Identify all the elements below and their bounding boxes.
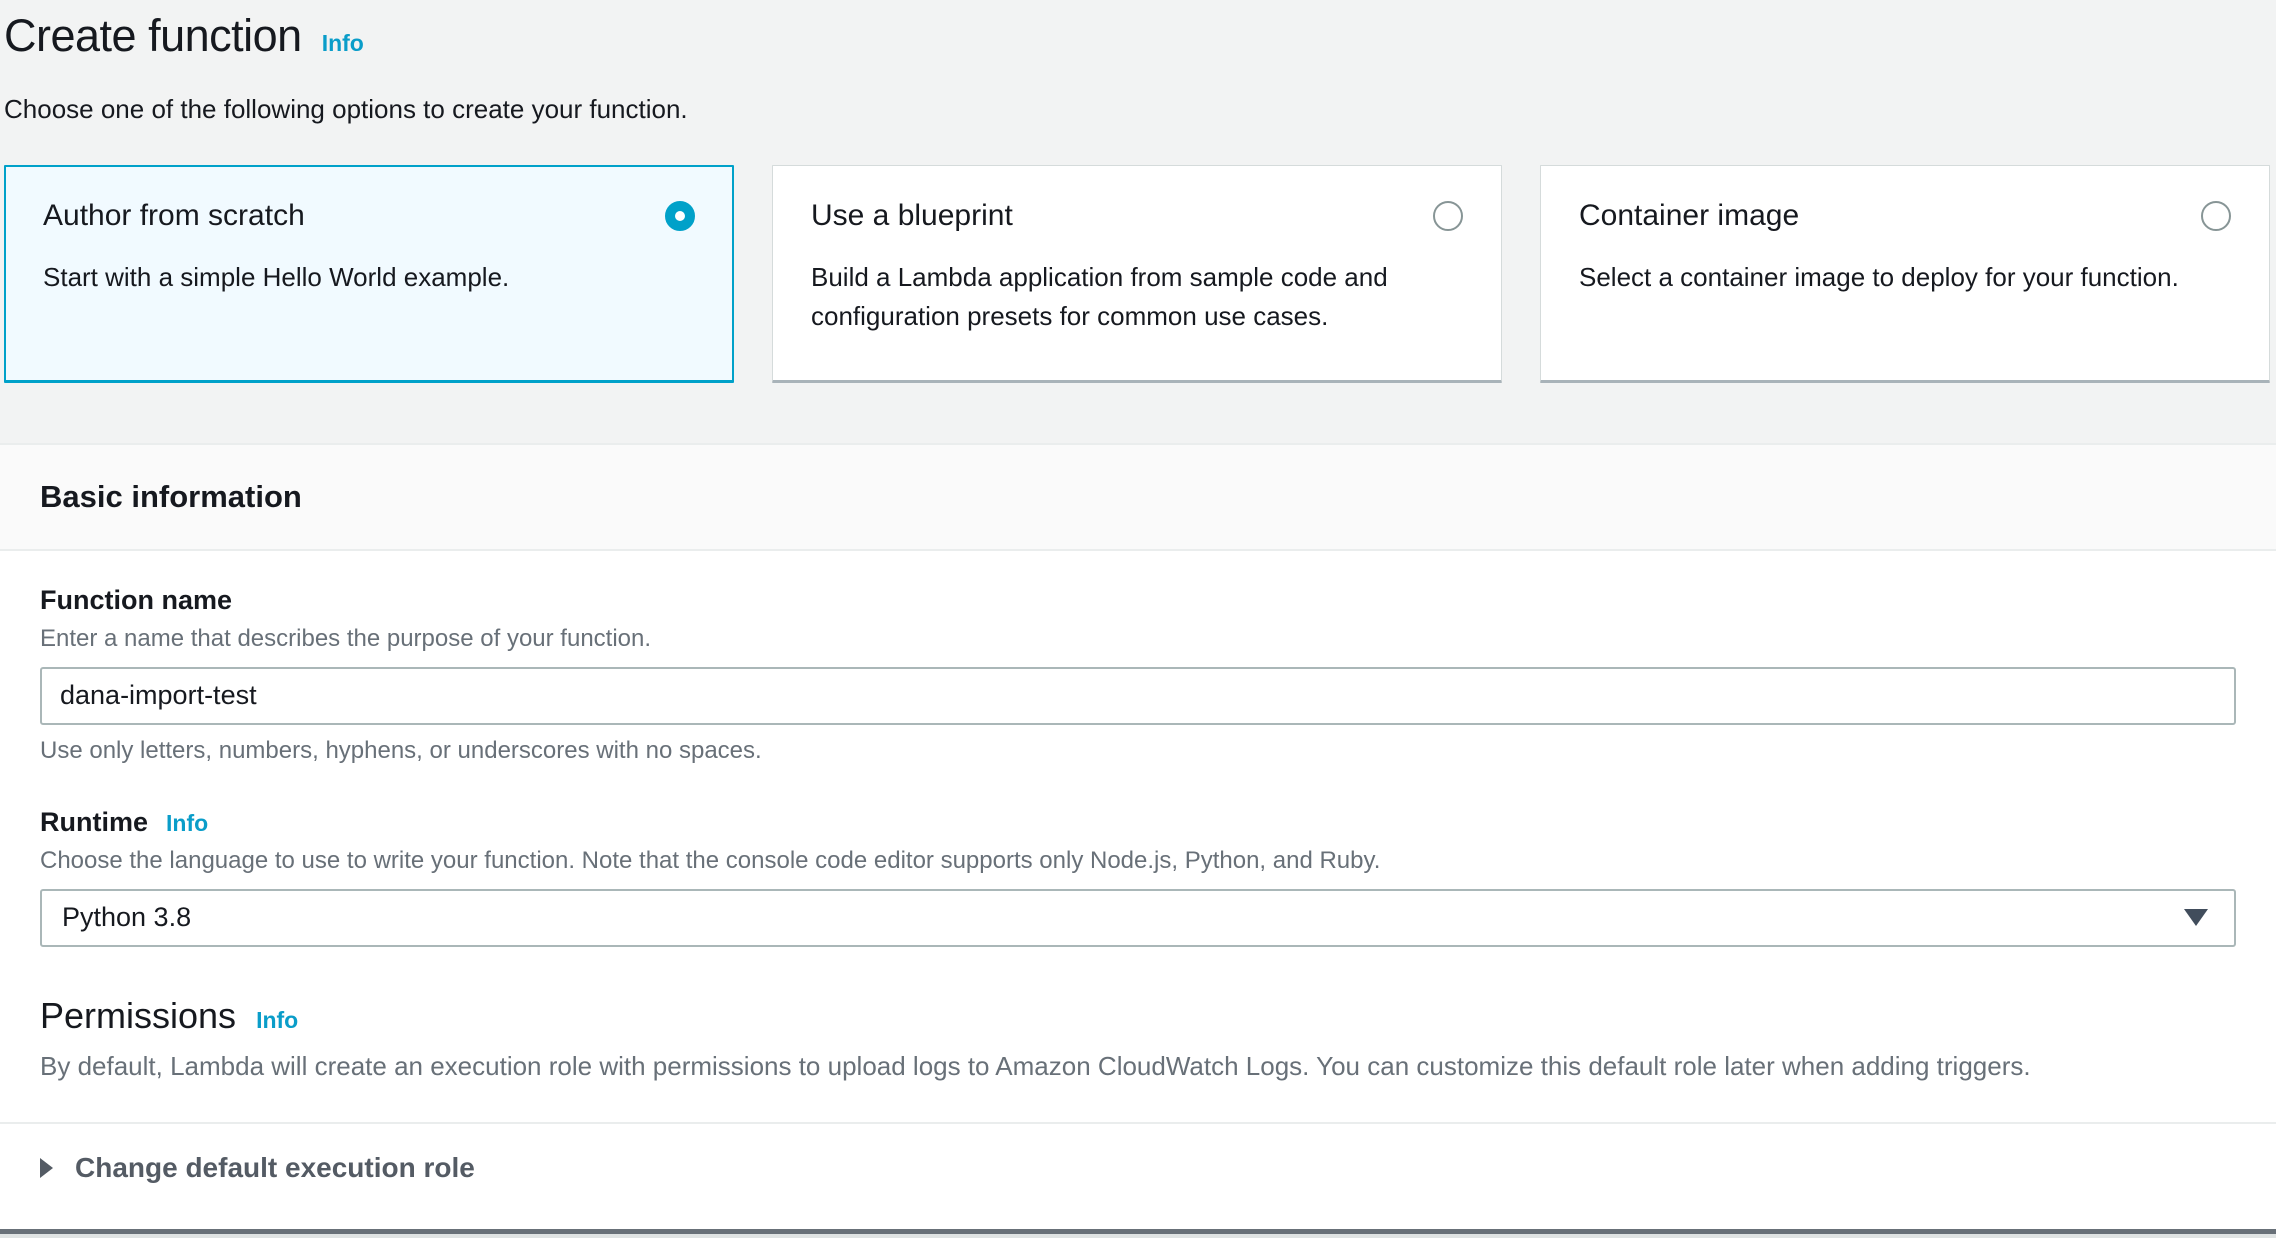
page-title-row: Create function Info: [4, 10, 2270, 62]
function-name-field: Function name Enter a name that describe…: [40, 585, 2236, 765]
card-head: Container image: [1579, 198, 2231, 234]
card-container-image[interactable]: Container image Select a container image…: [1540, 165, 2270, 383]
card-author-from-scratch[interactable]: Author from scratch Start with a simple …: [4, 165, 734, 383]
runtime-help: Choose the language to use to write your…: [40, 847, 2236, 875]
card-title: Author from scratch: [43, 198, 305, 234]
runtime-select[interactable]: Python 3.8: [40, 889, 2236, 947]
runtime-selected-option: Python 3.8: [62, 902, 191, 933]
runtime-label: Runtime: [40, 807, 148, 838]
permissions-description: By default, Lambda will create an execut…: [40, 1051, 2236, 1082]
card-head: Author from scratch: [43, 198, 695, 234]
create-function-header-section: Create function Info Choose one of the f…: [0, 0, 2276, 443]
runtime-info-link[interactable]: Info: [166, 810, 208, 837]
card-use-a-blueprint[interactable]: Use a blueprint Build a Lambda applicati…: [772, 165, 1502, 383]
card-head: Use a blueprint: [811, 198, 1463, 234]
runtime-field: Runtime Info Choose the language to use …: [40, 807, 2236, 947]
card-title: Use a blueprint: [811, 198, 1013, 234]
radio-selected-icon[interactable]: [665, 201, 695, 231]
expander-label: Change default execution role: [75, 1152, 475, 1184]
page-subtitle: Choose one of the following options to c…: [4, 94, 2270, 125]
page-title-info-link[interactable]: Info: [322, 30, 364, 57]
permissions-section: Permissions Info By default, Lambda will…: [40, 995, 2236, 1082]
basic-information-section-header: Basic information: [0, 443, 2276, 551]
card-title: Container image: [1579, 198, 1799, 234]
card-description: Select a container image to deploy for y…: [1579, 258, 2219, 297]
basic-information-section-body: Function name Enter a name that describe…: [0, 551, 2276, 1082]
bottom-edge: [0, 1234, 2276, 1238]
function-name-help: Enter a name that describes the purpose …: [40, 625, 2236, 653]
radio-unselected-icon[interactable]: [1433, 201, 1463, 231]
permissions-info-link[interactable]: Info: [256, 1007, 298, 1034]
page-title: Create function: [4, 10, 302, 62]
function-name-input[interactable]: [40, 667, 2236, 725]
creation-options-row: Author from scratch Start with a simple …: [4, 165, 2270, 383]
triangle-right-icon: [40, 1158, 53, 1178]
function-name-label: Function name: [40, 585, 232, 616]
permissions-title: Permissions: [40, 995, 236, 1037]
function-name-constraint: Use only letters, numbers, hyphens, or u…: [40, 737, 2236, 765]
chevron-down-icon: [2184, 909, 2208, 926]
card-description: Start with a simple Hello World example.: [43, 258, 683, 297]
radio-unselected-icon[interactable]: [2201, 201, 2231, 231]
card-description: Build a Lambda application from sample c…: [811, 258, 1451, 336]
change-default-execution-role-expander[interactable]: Change default execution role: [0, 1122, 2276, 1212]
